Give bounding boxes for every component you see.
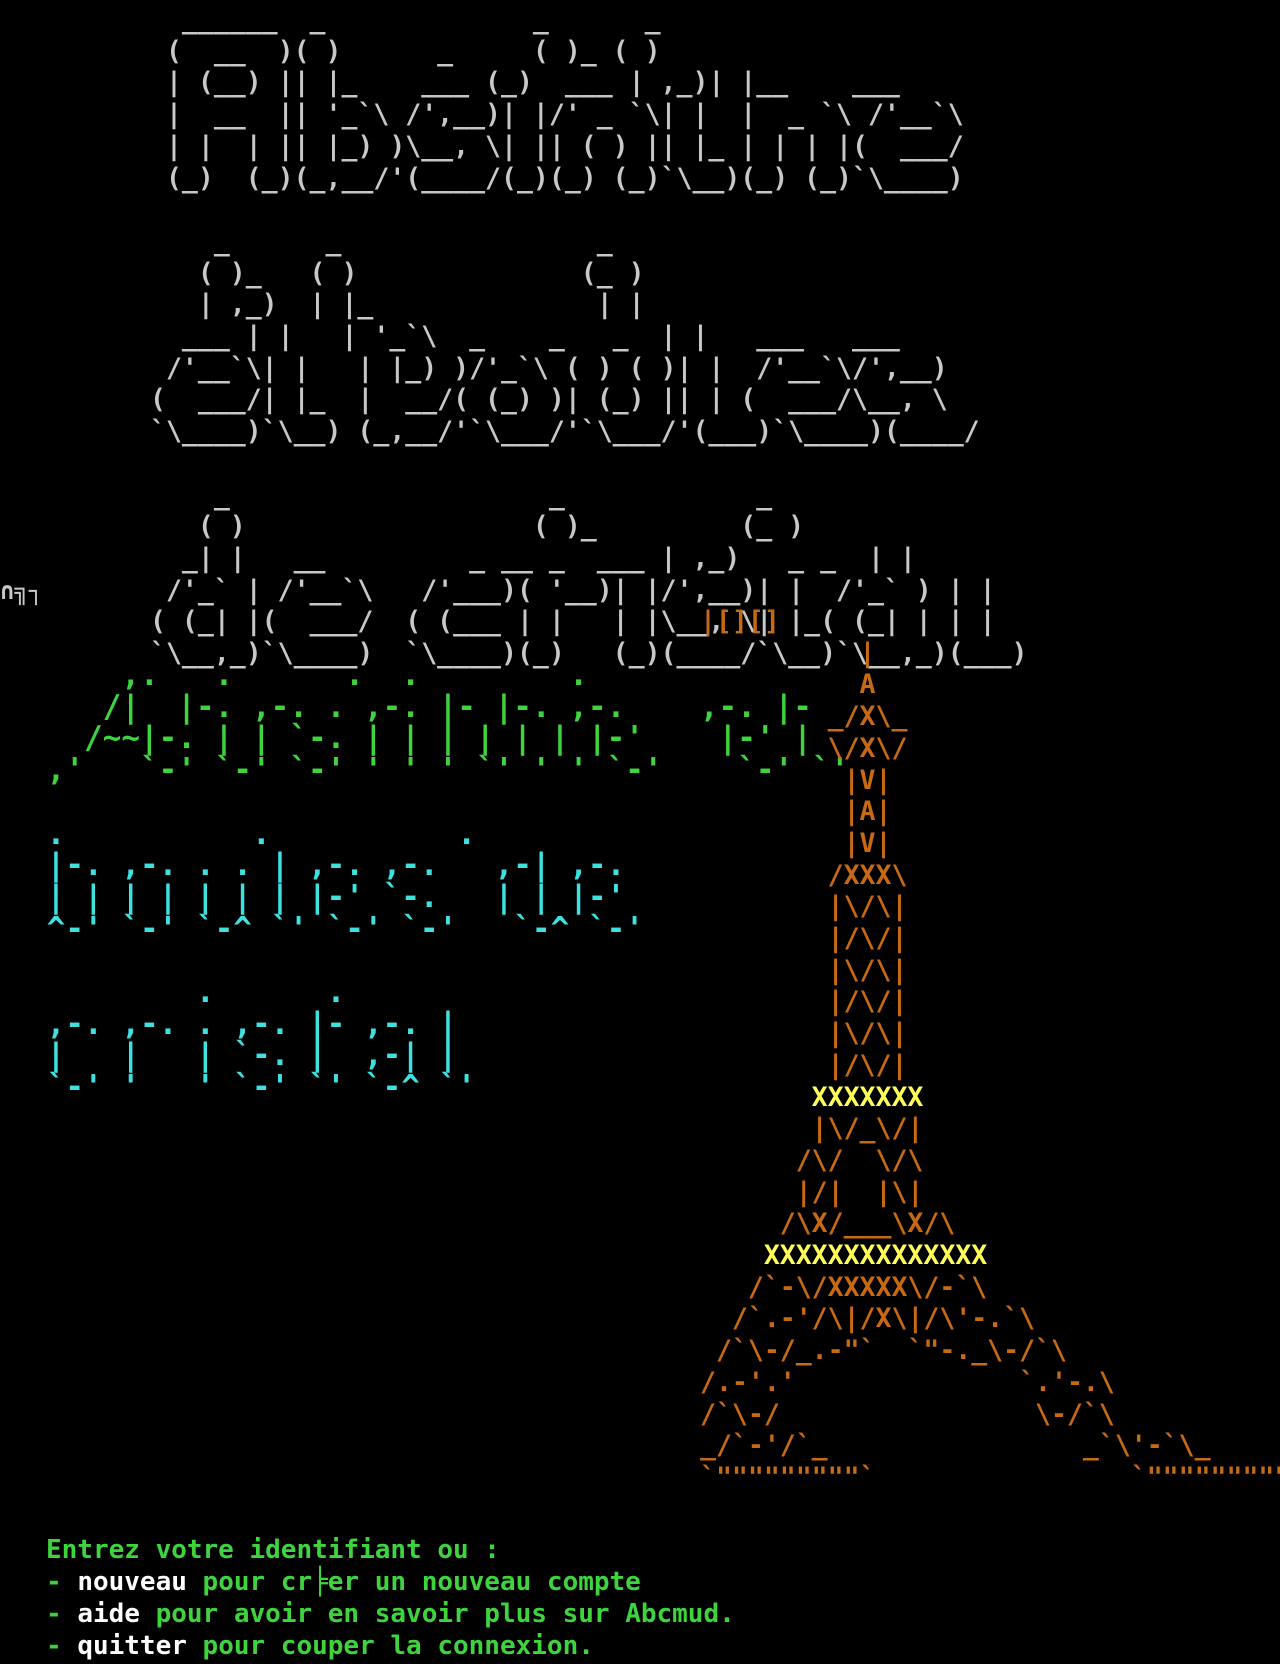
prompt-option-aide[interactable]: - aide pour avoir en savoir plus sur Abc… xyxy=(46,1599,735,1629)
figlet-boules-de: . . . |-. ,-. . . | ,-. ,-. ,-| ,-. | | … xyxy=(46,815,644,947)
command-quitter[interactable]: quitter xyxy=(77,1631,187,1661)
eiffel-tower-art: |[][] | A _/X\_ \/X\/ |V| |A| |V| /XXX\ … xyxy=(700,606,1280,1494)
option-dash: - xyxy=(46,1567,78,1597)
prompt-heading: Entrez votre identifiant ou : xyxy=(46,1535,500,1565)
option-description: pour couper la connexion. xyxy=(186,1631,594,1661)
login-prompt: Entrez votre identifiant ou : - nouveau … xyxy=(46,1534,735,1662)
command-nouveau[interactable]: nouveau xyxy=(77,1567,187,1597)
figlet-cristal: . . ,-. ,-. . ,-. |- ,-. | | | | `-. | ,… xyxy=(46,974,476,1106)
option-description: pour avoir en savoir plus sur Abcmud. xyxy=(139,1599,735,1629)
tower-upper: | A _/X\_ \/X\/ |V| |A| |V| /XXX\ |\/\| … xyxy=(827,637,908,1081)
option-dash: - xyxy=(46,1631,78,1661)
tower-band-upper: XXXXXXX xyxy=(700,1081,924,1113)
prompt-option-nouveau[interactable]: - nouveau pour cr╞er un nouveau compte xyxy=(46,1567,641,1597)
tower-band-lower: XXXXXXXXXXXXXX xyxy=(700,1240,988,1272)
option-dash: - xyxy=(46,1599,78,1629)
tower-middle: |\/_\/| /\/ \/\ |/| |\| /\X/___\X/\ xyxy=(779,1113,956,1240)
prompt-option-quitter[interactable]: - quitter pour couper la connexion. xyxy=(46,1631,594,1661)
tower-antenna: |[][] xyxy=(700,606,780,637)
tower-legs: /`-\/XXXXX\/-`\ /`.-'/\|/X\|/\'-.`\ /`\-… xyxy=(700,1271,1280,1493)
ascii-title-banner: ______ _ _ _ ( __ )( ) _ ( )_ ( ) | (__)… xyxy=(150,4,1028,670)
encoding-glyph: ∩╗┐ xyxy=(0,577,44,605)
command-aide[interactable]: aide xyxy=(77,1599,140,1629)
option-description: pour cr╞er un nouveau compte xyxy=(186,1567,641,1597)
